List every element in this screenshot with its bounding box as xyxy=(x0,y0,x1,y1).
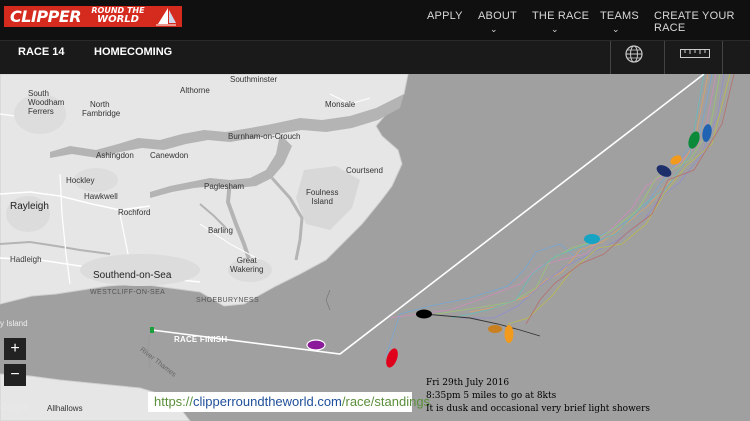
place-label: Hawkwell xyxy=(84,192,118,201)
sail-icon xyxy=(156,8,176,26)
place-label: Barling xyxy=(208,226,233,235)
logo-wordmark: CLIPPER xyxy=(10,7,82,26)
top-navigation: CLIPPER ROUND THE WORLD APPLY ABOUT ⌄ TH… xyxy=(0,0,750,40)
zoom-out-button[interactable]: − xyxy=(4,364,26,386)
race-title: HOMECOMING xyxy=(94,46,173,58)
place-label: Courtsend xyxy=(346,166,383,175)
chevron-down-icon[interactable]: ⌄ xyxy=(551,24,559,35)
divider xyxy=(722,41,723,75)
finish-marker xyxy=(150,327,154,333)
place-label: Rayleigh xyxy=(10,201,49,212)
red-boat xyxy=(386,348,398,368)
zoom-in-button[interactable]: + xyxy=(4,338,26,360)
place-label: WESTCLIFF-ON-SEA xyxy=(90,289,166,296)
google-logo: oogle xyxy=(0,401,30,413)
race-number: RACE 14 xyxy=(18,46,65,58)
logo-tagline: ROUND THE WORLD xyxy=(91,6,145,25)
orange-boat xyxy=(504,325,514,343)
fleet-tracks xyxy=(325,74,735,357)
standings-url-box[interactable]: https://clipperroundtheworld.com/race/st… xyxy=(148,392,430,412)
place-label: South Woodham Ferrers xyxy=(28,89,65,116)
map-canvas xyxy=(0,74,735,421)
ruler-icon[interactable] xyxy=(680,47,710,59)
place-label: SHOEBURYNESS xyxy=(196,297,260,304)
place-label: Monsale xyxy=(325,100,356,109)
race-finish-label: RACE FINISH xyxy=(174,335,228,344)
green-boat xyxy=(688,131,700,149)
place-label: Foulness Island xyxy=(306,188,339,206)
place-label: Allhallows xyxy=(47,404,83,413)
divider xyxy=(610,41,611,75)
black-boat xyxy=(416,309,432,319)
place-label: North Fambridge xyxy=(82,100,121,118)
nav-the-race[interactable]: THE RACE xyxy=(532,10,589,22)
note-status: 8:35pm 5 miles to go at 8kts xyxy=(426,391,557,401)
place-label: Southminster xyxy=(230,75,278,84)
url-domain: clipperroundtheworld.com xyxy=(193,394,342,409)
note-weather: It is dusk and occasional very brief lig… xyxy=(426,404,651,414)
place-label: Rochford xyxy=(118,208,151,217)
clipper-logo[interactable]: CLIPPER ROUND THE WORLD xyxy=(4,6,182,27)
url-prefix: https:// xyxy=(154,394,194,409)
orange-boat-2 xyxy=(488,325,502,333)
place-label: Hockley xyxy=(66,176,95,185)
nav-teams[interactable]: TEAMS xyxy=(600,10,639,22)
globe-icon[interactable] xyxy=(624,44,644,64)
race-subnav: RACE 14 HOMECOMING xyxy=(0,40,750,75)
place-label: Ashingdon xyxy=(96,151,134,160)
note-date: Fri 29th July 2016 xyxy=(426,378,510,388)
place-label: Althorne xyxy=(180,86,210,95)
place-label: Great Wakering xyxy=(230,256,264,274)
nav-apply[interactable]: APPLY xyxy=(427,10,463,22)
place-label: Paglesham xyxy=(204,182,245,191)
place-label: Burnham-on-Crouch xyxy=(228,132,301,141)
nav-about[interactable]: ABOUT xyxy=(478,10,517,22)
purple-boat xyxy=(306,339,326,351)
nav-create-your-race[interactable]: CREATE YOUR RACE xyxy=(654,10,750,34)
cyan-boat xyxy=(584,234,600,244)
place-label: Southend-on-Sea xyxy=(93,270,172,281)
chevron-down-icon[interactable]: ⌄ xyxy=(612,24,620,35)
place-label: Canewdon xyxy=(150,151,189,160)
place-label: y Island xyxy=(0,319,28,328)
place-label: Hadleigh xyxy=(10,255,42,264)
divider xyxy=(664,41,665,75)
chevron-down-icon[interactable]: ⌄ xyxy=(490,24,498,35)
race-map[interactable]: Southminster Althorne South Woodham Ferr… xyxy=(0,74,750,421)
url-path: /race/standings xyxy=(341,394,431,409)
